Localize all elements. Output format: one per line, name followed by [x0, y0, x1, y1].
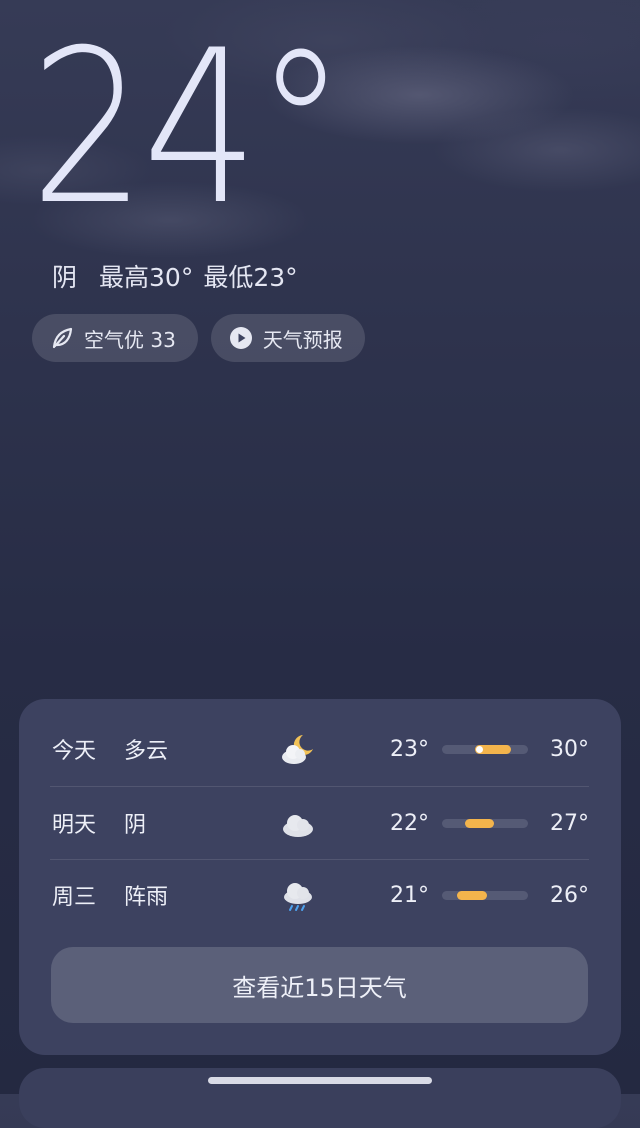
current-conditions: 阴 最高30° 最低23° [52, 258, 298, 294]
condition-text: 阴 [52, 263, 78, 292]
forecast-condition: 多云 [124, 739, 169, 764]
temperature-range-bar [442, 819, 528, 828]
forecast-high: 27° [550, 810, 589, 836]
high-low: 最高30° 最低23° [99, 258, 298, 294]
forecast-card: 今天 多云 23° 30° 明天 阴 22° 27° 周三 阵雨 21° 26°… [19, 699, 621, 1055]
rain-shower-icon [278, 875, 318, 915]
forecast-day: 周三 [52, 885, 97, 910]
air-quality-chip[interactable]: 空气优 33 [32, 314, 198, 362]
current-temperature: 24° [30, 4, 346, 251]
view-15-day-button[interactable]: 查看近15日天气 [51, 947, 588, 1023]
forecast-day: 今天 [52, 739, 97, 764]
forecast-high: 26° [550, 882, 589, 908]
leaf-icon [50, 326, 74, 350]
temperature-range-bar [442, 891, 528, 900]
cloudy-icon [278, 803, 318, 843]
forecast-low: 21° [390, 882, 429, 908]
range-fill [465, 819, 494, 828]
forecast-low: 22° [390, 810, 429, 836]
range-fill [457, 891, 487, 900]
home-indicator[interactable] [208, 1077, 432, 1084]
forecast-high: 30° [550, 736, 589, 762]
forecast-low: 23° [390, 736, 429, 762]
partly-cloudy-night-icon [278, 729, 318, 769]
forecast-day: 明天 [52, 813, 97, 838]
forecast-condition: 阴 [124, 813, 147, 838]
high-temp: 最高30° [99, 263, 194, 292]
forecast-row-wednesday[interactable]: 周三 阵雨 21° 26° [50, 859, 589, 931]
forecast-condition: 阵雨 [124, 885, 169, 910]
weather-video-chip[interactable]: 天气预报 [210, 314, 365, 362]
forecast-row-tomorrow[interactable]: 明天 阴 22° 27° [50, 787, 589, 859]
forecast-row-today[interactable]: 今天 多云 23° 30° [50, 713, 589, 785]
play-icon [229, 326, 253, 350]
info-chips: 空气优 33 天气预报 [32, 314, 365, 362]
low-temp: 最低23° [203, 263, 298, 292]
temperature-range-bar [442, 745, 528, 754]
weather-video-label: 天气预报 [262, 327, 343, 352]
air-quality-label: 空气优 33 [84, 327, 176, 352]
